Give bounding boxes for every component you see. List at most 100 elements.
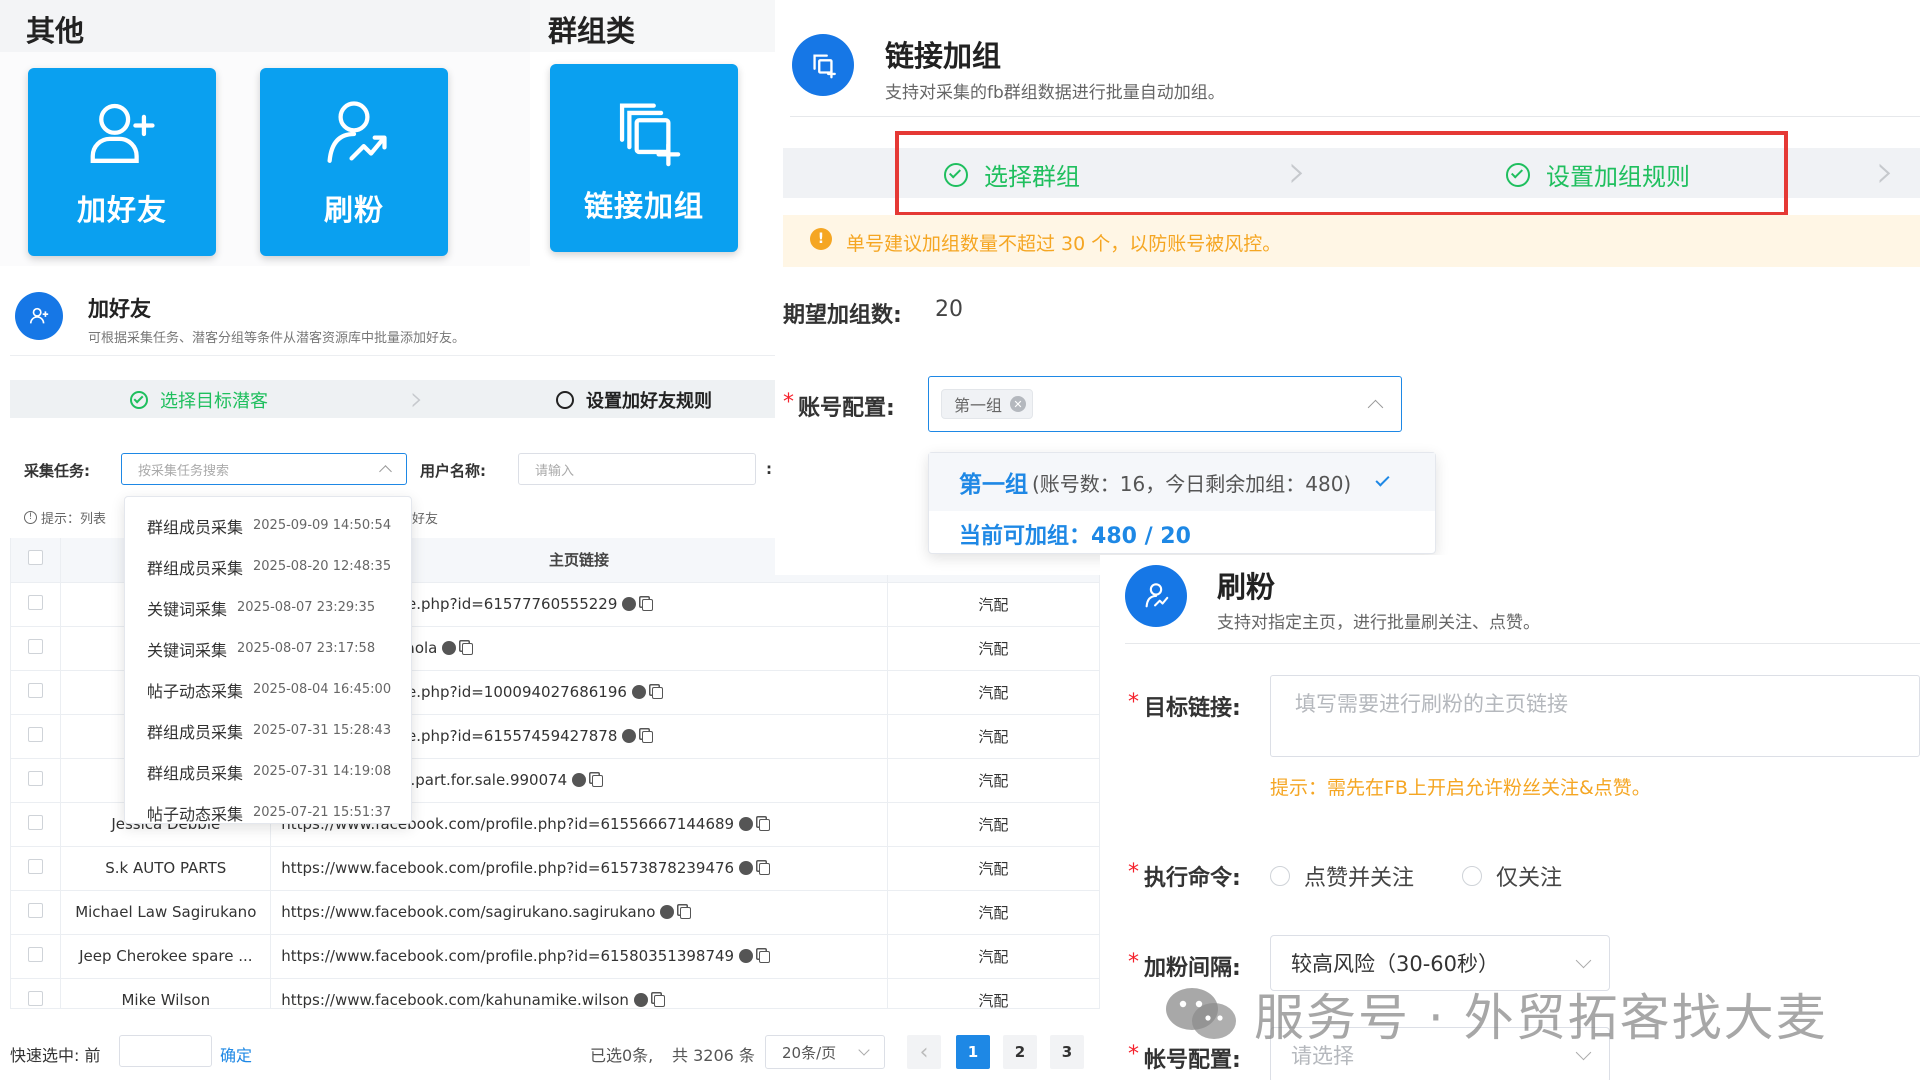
step-group-rules[interactable]: 设置加组规则 xyxy=(1506,157,1690,192)
target-link-input[interactable]: 填写需要进行刷粉的主页链接 xyxy=(1270,675,1920,757)
table-row[interactable]: Mike Wilson https://www.facebook.com/kahu… xyxy=(11,978,1100,1008)
step-friend-rules[interactable]: 设置加好友规则 xyxy=(556,387,712,413)
confirm-button[interactable]: 确定 xyxy=(220,1042,252,1066)
add-user-icon xyxy=(90,103,155,163)
page-size-select[interactable]: 20条/页 xyxy=(765,1035,885,1069)
copy-icon[interactable] xyxy=(759,951,771,963)
step-select-group[interactable]: 选择群组 xyxy=(944,157,1080,192)
row-checkbox[interactable] xyxy=(28,770,44,786)
task-option[interactable]: 帖子动态采集 2025-08-04 16:45:00 xyxy=(125,669,411,710)
browser-icon[interactable] xyxy=(631,685,646,699)
copy-icon[interactable] xyxy=(642,599,654,611)
browser-icon[interactable] xyxy=(633,993,648,1007)
copy-icon[interactable] xyxy=(642,731,654,743)
task-time: 2025-08-20 12:48:35 xyxy=(253,559,392,574)
browser-icon[interactable] xyxy=(622,597,637,611)
row-checkbox[interactable] xyxy=(28,638,44,654)
watermark: 服务号 · 外贸拓客找大麦 xyxy=(1162,978,1828,1050)
row-link[interactable]: https://www.facebook.com/sagirukano.sagi… xyxy=(281,903,655,921)
add-friends-subtitle: 可根据采集任务、潜客分组等条件从潜客资源库中批量添加好友。 xyxy=(88,331,466,346)
copy-icon[interactable] xyxy=(680,907,692,919)
task-time: 2025-08-07 23:29:35 xyxy=(237,600,376,615)
task-option[interactable]: 关键词采集 2025-08-07 23:17:58 xyxy=(125,628,411,669)
copy-icon[interactable] xyxy=(759,819,771,831)
select-all-checkbox[interactable] xyxy=(28,550,44,566)
check-circle-icon xyxy=(944,162,968,187)
link-group-panel-icon xyxy=(792,34,854,96)
page-3-button[interactable]: 3 xyxy=(1050,1035,1084,1069)
close-icon[interactable]: ✕ xyxy=(1010,396,1027,412)
task-option[interactable]: 群组成员采集 2025-08-20 12:48:35 xyxy=(125,546,411,587)
row-checkbox[interactable] xyxy=(28,726,44,742)
wechat-icon xyxy=(1166,988,1236,1039)
quick-select-input[interactable] xyxy=(119,1035,212,1067)
browser-icon[interactable] xyxy=(442,641,457,655)
row-checkbox[interactable] xyxy=(28,902,44,918)
browser-icon[interactable] xyxy=(572,773,587,787)
row-link[interactable]: https://www.facebook.com/profile.php?id=… xyxy=(281,947,734,965)
user-name-input[interactable]: 请输入 xyxy=(518,453,756,485)
row-checkbox[interactable] xyxy=(28,682,44,698)
row-link[interactable]: https://www.facebook.com/kahunamike.wils… xyxy=(281,991,629,1008)
copy-icon[interactable] xyxy=(653,995,665,1007)
selected-tag: 第一组 ✕ xyxy=(941,389,1034,419)
table-row[interactable]: Michael Law Sagirukano https://www.facebo… xyxy=(11,890,1100,935)
tile-boost[interactable]: 刷粉 xyxy=(260,68,448,256)
row-checkbox[interactable] xyxy=(28,946,44,962)
row-link-cell: https://www.facebook.com/kahunamike.wils… xyxy=(270,978,888,1008)
tile-label: 链接加组 xyxy=(583,189,704,223)
task-option[interactable]: 关键词采集 2025-08-07 23:29:35 xyxy=(125,587,411,628)
copy-icon[interactable] xyxy=(651,687,663,699)
row-status: 汽配 xyxy=(887,714,1100,759)
row-checkbox[interactable] xyxy=(28,594,44,610)
link-group-subtitle: 支持对采集的fb群组数据进行批量自动加组。 xyxy=(885,83,1225,103)
task-option[interactable]: 帖子动态采集 2025-07-21 15:51:37 xyxy=(125,792,411,824)
check-circle-icon xyxy=(130,391,148,409)
copy-icon[interactable] xyxy=(592,775,604,787)
account-dropdown: 第一组 (账号数：16，今日剩余加组：480) 当前可加组：480 / 20 xyxy=(928,452,1436,554)
browser-icon[interactable] xyxy=(739,861,754,875)
task-search-select[interactable]: 按采集任务搜索 xyxy=(121,453,407,485)
browser-icon[interactable] xyxy=(739,817,754,831)
table-row[interactable]: S.k AUTO PARTS https://www.facebook.com/p… xyxy=(11,846,1100,891)
step-select-target[interactable]: 选择目标潜客 xyxy=(130,387,268,413)
task-option[interactable]: 群组成员采集 2025-09-09 14:50:54 xyxy=(125,505,411,546)
browser-icon[interactable] xyxy=(739,949,754,963)
row-status: 汽配 xyxy=(887,582,1100,627)
task-option[interactable]: 群组成员采集 2025-07-31 14:19:08 xyxy=(125,751,411,792)
boost-panel-icon xyxy=(1125,565,1187,627)
link-group-title: 链接加组 xyxy=(885,39,1002,73)
tile-add-friends[interactable]: 加好友 xyxy=(28,68,216,256)
radio-button[interactable] xyxy=(1462,866,1482,886)
task-option[interactable]: 群组成员采集 2025-07-31 15:28:43 xyxy=(125,710,411,751)
command-option-like-follow[interactable]: 点赞并关注 xyxy=(1270,860,1414,892)
task-time: 2025-08-04 16:45:00 xyxy=(253,682,392,697)
user-boost-icon xyxy=(327,101,387,163)
row-checkbox[interactable] xyxy=(28,858,44,874)
tile-link-group[interactable]: 链接加组 xyxy=(550,64,738,252)
task-time: 2025-09-09 14:50:54 xyxy=(253,518,392,533)
row-checkbox[interactable] xyxy=(28,990,44,1006)
account-config-select[interactable]: 第一组 ✕ xyxy=(928,376,1402,432)
row-link[interactable]: https://www.facebook.com/profile.php?id=… xyxy=(281,859,734,877)
row-status: 汽配 xyxy=(887,934,1100,979)
page-1-button[interactable]: 1 xyxy=(956,1035,990,1069)
table-row[interactable]: Jeep Cherokee spare ... https://www.faceb… xyxy=(11,934,1100,979)
task-type: 关键词采集 xyxy=(147,599,228,619)
browser-icon[interactable] xyxy=(660,905,675,919)
category-other-title: 其他 xyxy=(26,14,85,48)
row-status: 汽配 xyxy=(887,802,1100,847)
browser-icon[interactable] xyxy=(622,729,637,743)
page-2-button[interactable]: 2 xyxy=(1003,1035,1037,1069)
command-option-follow-only[interactable]: 仅关注 xyxy=(1462,860,1562,892)
row-status: 汽配 xyxy=(887,890,1100,935)
prev-page-button[interactable]: ‹ xyxy=(907,1035,941,1069)
add-friends-panel-icon xyxy=(15,292,63,340)
copy-icon[interactable] xyxy=(462,643,474,655)
radio-button[interactable] xyxy=(1270,866,1290,886)
task-type: 关键词采集 xyxy=(147,640,228,660)
copy-icon[interactable] xyxy=(759,863,771,875)
account-option[interactable]: 第一组 (账号数：16，今日剩余加组：480) xyxy=(929,453,1435,511)
row-checkbox[interactable] xyxy=(28,814,44,830)
task-time: 2025-07-21 15:51:37 xyxy=(253,805,392,820)
